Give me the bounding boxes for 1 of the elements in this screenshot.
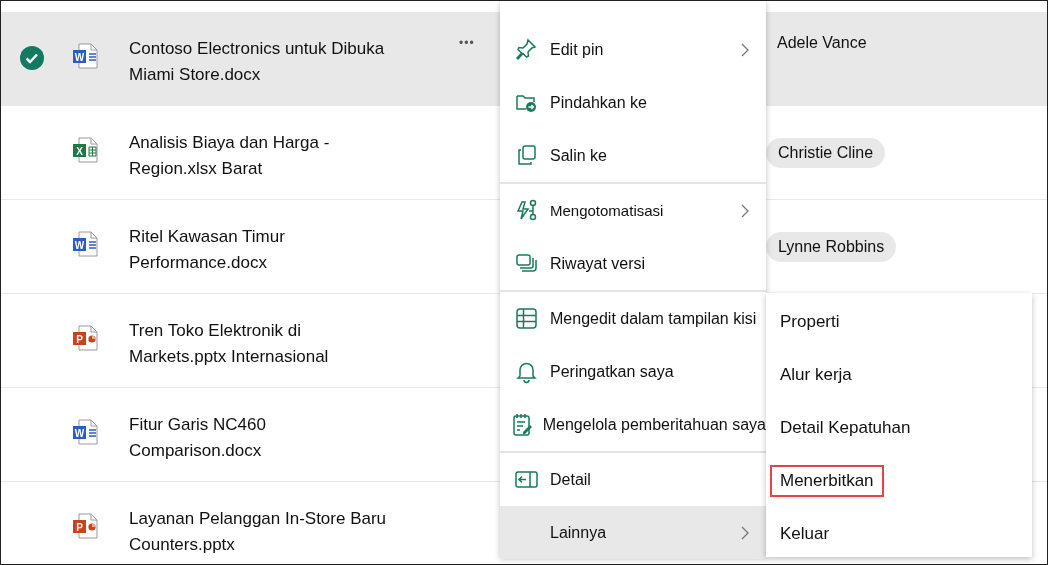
person-name: Adele Vance <box>776 34 868 52</box>
